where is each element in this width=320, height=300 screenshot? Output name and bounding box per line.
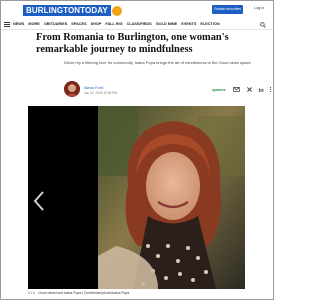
login-link[interactable]: Log in bbox=[254, 6, 264, 11]
email-share-icon[interactable] bbox=[233, 86, 240, 93]
logo-badge-icon bbox=[111, 5, 122, 16]
nav-item-obituaries[interactable]: OBITUARIES bbox=[44, 22, 67, 27]
avatar-image bbox=[64, 81, 80, 97]
gallery-caption: Good news host Ioana Popa | Contributed … bbox=[38, 291, 130, 295]
gallery-photo bbox=[98, 106, 245, 289]
nav-item-events[interactable]: EVENTS bbox=[181, 22, 196, 27]
menu-icon[interactable] bbox=[4, 22, 10, 27]
nav-item-more[interactable]: MORE bbox=[28, 22, 39, 27]
nav-item-election[interactable]: ELECTION bbox=[200, 22, 219, 27]
nav-item-shop[interactable]: SHOP bbox=[91, 22, 102, 27]
x-share-icon[interactable] bbox=[246, 86, 253, 93]
nav-item-spaces[interactable]: SPACES bbox=[71, 22, 86, 27]
photo-gallery[interactable] bbox=[28, 106, 245, 289]
spaces-logo[interactable]: spaces bbox=[212, 87, 226, 92]
site-logo[interactable]: BURLINGTONTODAY bbox=[23, 5, 122, 16]
gallery-caption-row: 1 / 4 Good news host Ioana Popa | Contri… bbox=[28, 291, 248, 296]
article-title: From Romania to Burlington, one woman's … bbox=[36, 32, 229, 55]
search-icon[interactable] bbox=[260, 22, 266, 28]
author-avatar[interactable] bbox=[64, 81, 80, 97]
more-share-icon[interactable] bbox=[268, 86, 273, 93]
svg-text:in: in bbox=[259, 88, 265, 93]
article-dek: Driven by a lifelong love for community,… bbox=[64, 60, 251, 65]
top-bar: BURLINGTONTODAY Reader favourites Log in bbox=[1, 1, 273, 20]
linkedin-share-icon[interactable]: in bbox=[258, 86, 265, 93]
nav-item-classifieds[interactable]: CLASSIFIEDS bbox=[127, 22, 152, 27]
nav-item-news[interactable]: NEWS bbox=[13, 22, 24, 27]
gallery-prev-arrow-icon[interactable] bbox=[33, 190, 45, 212]
main-nav: NEWS MORE OBITUARIES SPACES SHOP FALL RI… bbox=[1, 20, 273, 30]
nav-item-fall-rig[interactable]: FALL RIG bbox=[105, 22, 122, 27]
reader-favorites-button[interactable]: Reader favourites bbox=[212, 5, 243, 14]
logo-text: BURLINGTONTODAY bbox=[23, 5, 111, 16]
nav-item-gold-mine[interactable]: GOLD MINE bbox=[156, 22, 178, 27]
gallery-counter: 1 / 4 bbox=[28, 291, 35, 295]
publish-date: Jun 22, 2026 12:30 PM bbox=[84, 91, 117, 95]
author-name-link[interactable]: Alexa Ford bbox=[84, 85, 103, 90]
